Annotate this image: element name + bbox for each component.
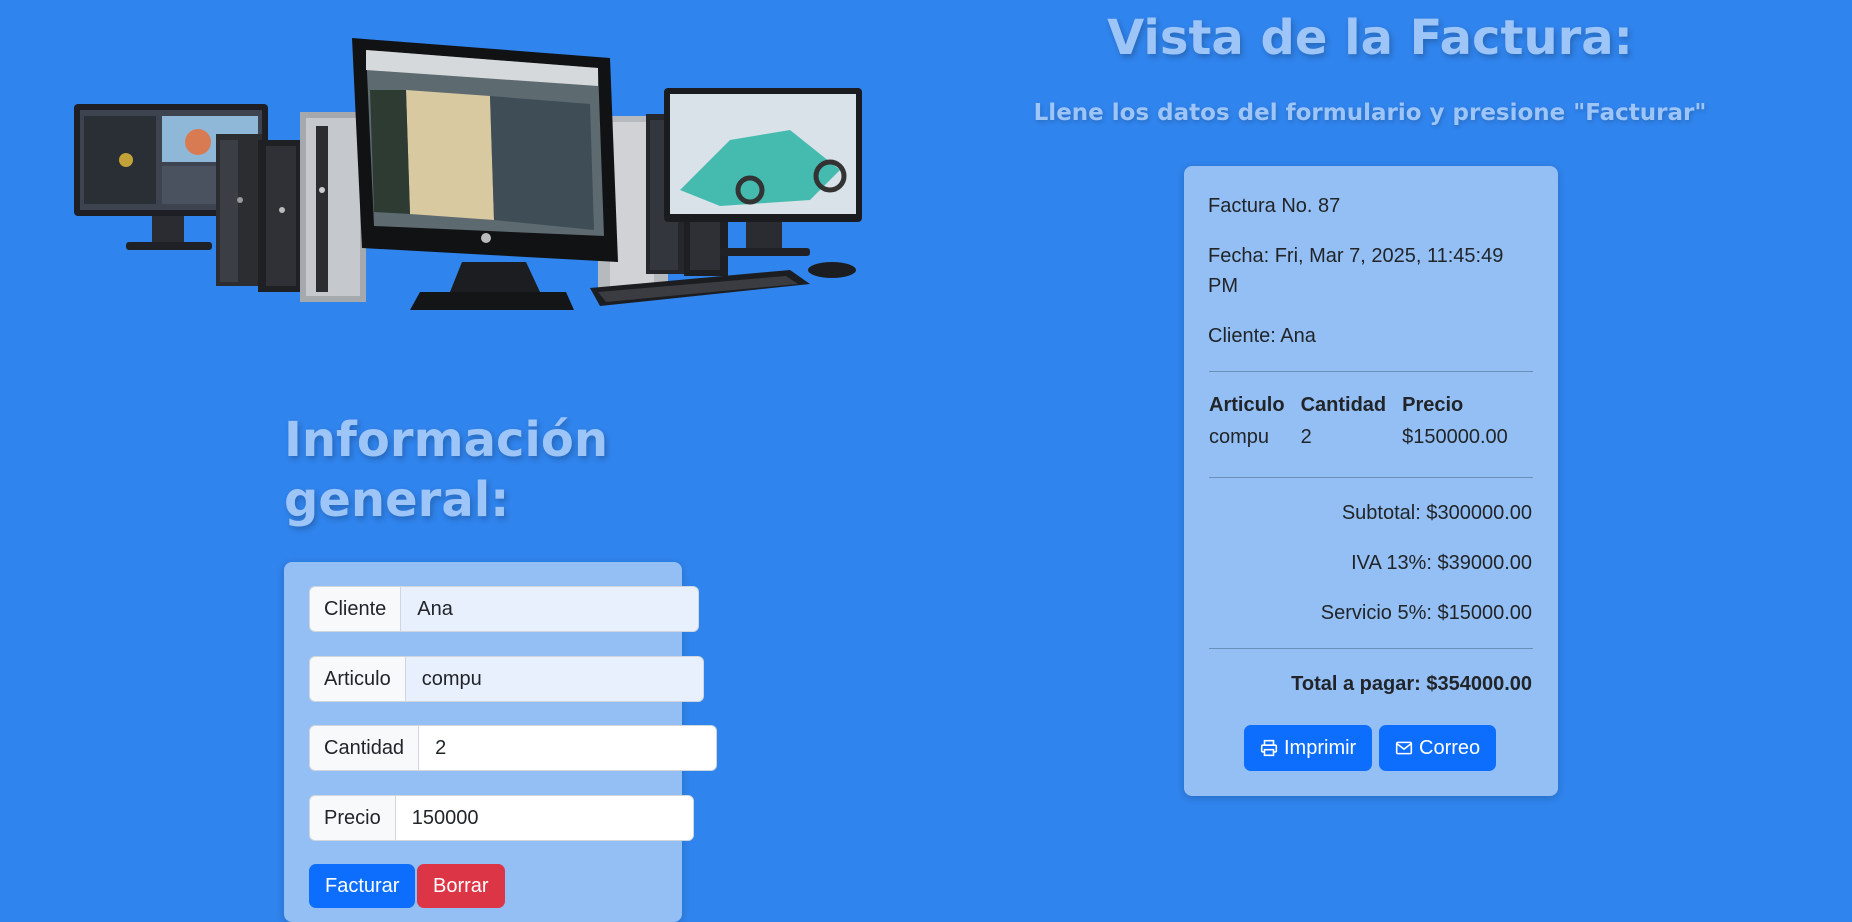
mouse: [808, 262, 856, 278]
invoice-date: Fecha: Fri, Mar 7, 2025, 11:45:49 PM: [1208, 241, 1503, 301]
table-row: compu 2 $150000.00: [1209, 421, 1524, 453]
invoice-number: Factura No. 87: [1208, 195, 1341, 217]
invoice-service: Servicio 5%: $15000.00: [1320, 602, 1532, 624]
precio-input[interactable]: [394, 795, 694, 841]
cell-precio: $150000.00: [1402, 425, 1508, 448]
precio-input-group: Precio: [309, 795, 694, 841]
tower-1: [216, 134, 262, 286]
header-cantidad: Cantidad: [1300, 393, 1387, 416]
general-info-title: Información general:: [284, 412, 609, 528]
cliente-input-group: Cliente: [309, 586, 700, 632]
articulo-label: Articulo: [309, 656, 406, 702]
invoice-items-table: Articulo Cantidad Precio compu 2 $150000…: [1209, 389, 1524, 453]
cell-articulo: compu: [1209, 425, 1270, 448]
cell-cantidad: 2: [1300, 425, 1312, 448]
print-button-label: Imprimir: [1284, 736, 1357, 759]
cliente-input[interactable]: [400, 586, 700, 632]
cantidad-input-group: Cantidad: [309, 725, 718, 771]
articulo-input[interactable]: [404, 656, 704, 702]
articulo-input-group: Articulo: [309, 656, 704, 702]
precio-label: Precio: [309, 795, 396, 841]
cantidad-input[interactable]: [418, 725, 718, 771]
invoice-preview-subtitle: Llene los datos del formulario y presion…: [1033, 100, 1707, 126]
table-header-row: Articulo Cantidad Precio: [1209, 389, 1524, 421]
tower-silver: [300, 112, 366, 302]
invoice-preview-card: Factura No. 87 Fecha: Fri, Mar 7, 2025, …: [1184, 166, 1558, 796]
envelope-icon: [1395, 741, 1413, 755]
computers-hero-image: [74, 38, 862, 310]
invoice-preview-title: Vista de la Factura:: [1107, 10, 1633, 66]
invoice-subtotal: Subtotal: $300000.00: [1341, 502, 1532, 524]
invoice-iva: IVA 13%: $39000.00: [1351, 552, 1532, 574]
facturar-button[interactable]: Facturar: [309, 864, 416, 908]
print-button[interactable]: Imprimir: [1244, 725, 1373, 771]
invoice-date-line2: PM: [1208, 275, 1238, 297]
borrar-button[interactable]: Borrar: [417, 864, 505, 908]
email-button-label: Correo: [1419, 736, 1481, 759]
monitor-center: [352, 38, 618, 310]
cantidad-label: Cantidad: [309, 725, 420, 771]
header-articulo: Articulo: [1209, 393, 1285, 416]
invoice-date-line1: Fecha: Fri, Mar 7, 2025, 11:45:49: [1208, 245, 1504, 267]
email-button[interactable]: Correo: [1379, 725, 1497, 771]
invoice-client: Cliente: Ana: [1208, 325, 1316, 347]
divider: [1209, 648, 1533, 649]
printer-icon: [1260, 739, 1278, 757]
divider: [1209, 371, 1533, 372]
invoice-form: Cliente Articulo Cantidad Precio Factura…: [284, 562, 718, 922]
invoice-total: Total a pagar: $354000.00: [1291, 673, 1532, 695]
header-precio: Precio: [1402, 393, 1464, 416]
cliente-label: Cliente: [309, 586, 402, 632]
divider: [1209, 477, 1533, 478]
